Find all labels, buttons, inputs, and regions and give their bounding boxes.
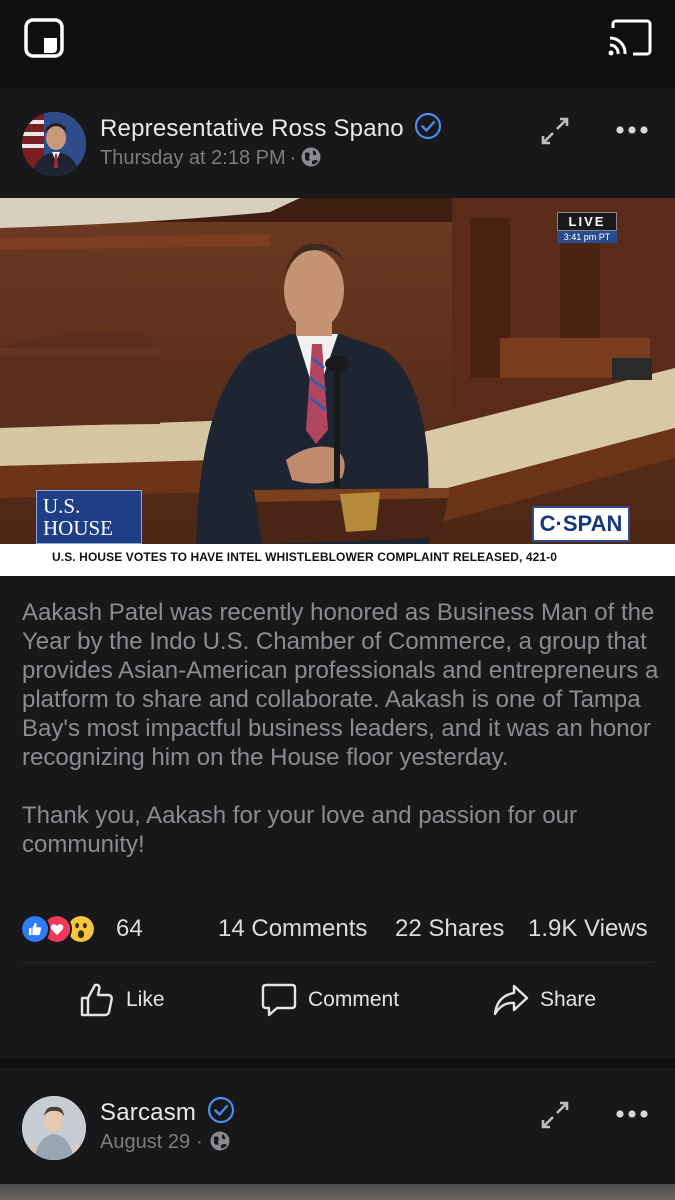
cast-icon[interactable] bbox=[607, 18, 653, 58]
us-house-logo: U.S. HOUSE bbox=[36, 490, 142, 544]
cspan-logo: C·SPAN bbox=[532, 506, 630, 542]
comments-count[interactable]: 14 Comments bbox=[218, 915, 367, 943]
next-post-meta: August 29 · bbox=[100, 1130, 231, 1154]
post-timestamp[interactable]: Thursday at 2:18 PM bbox=[100, 147, 286, 169]
reaction-count[interactable]: 64 bbox=[116, 915, 143, 943]
share-arrow-icon bbox=[493, 984, 529, 1016]
author-avatar[interactable] bbox=[22, 112, 86, 176]
post-caption: Aakash Patel was recently honored as Bus… bbox=[22, 598, 662, 888]
like-label: Like bbox=[126, 988, 165, 1011]
share-button[interactable]: Share bbox=[492, 978, 596, 1022]
next-post-card: Sarcasm August 29 · bbox=[0, 1068, 675, 1200]
globe-icon bbox=[301, 147, 321, 167]
live-label: LIVE bbox=[557, 212, 617, 231]
picture-in-picture-icon[interactable] bbox=[24, 18, 64, 58]
video-player[interactable]: LIVE 3:41 pm PT U.S. HOUSE C·SPAN U.S. H… bbox=[0, 198, 675, 576]
house-logo-line2: HOUSE bbox=[43, 516, 114, 540]
post-card: Representative Ross Spano Thursday at 2:… bbox=[0, 88, 675, 1058]
globe-icon bbox=[210, 1131, 230, 1151]
author-header: Representative Ross Spano bbox=[100, 112, 442, 143]
next-author-header: Sarcasm bbox=[100, 1096, 235, 1127]
divider bbox=[22, 962, 654, 963]
meta-separator: · bbox=[289, 147, 297, 169]
thumbs-up-icon bbox=[80, 983, 113, 1017]
next-author-name[interactable]: Sarcasm bbox=[100, 1099, 196, 1126]
views-count: 1.9K Views bbox=[528, 915, 648, 942]
live-badge: LIVE 3:41 pm PT bbox=[557, 212, 617, 243]
next-post-media[interactable] bbox=[0, 1184, 675, 1200]
top-bar bbox=[0, 0, 675, 80]
reaction-icons[interactable] bbox=[20, 912, 112, 946]
shares-count[interactable]: 22 Shares bbox=[395, 915, 504, 943]
verified-badge-icon bbox=[207, 1096, 234, 1124]
house-logo-line1: U.S. bbox=[43, 494, 81, 518]
more-options-icon[interactable] bbox=[614, 120, 650, 140]
expand-icon[interactable] bbox=[540, 1100, 570, 1130]
comment-bubble-icon bbox=[261, 983, 297, 1017]
next-post-timestamp[interactable]: August 29 bbox=[100, 1131, 190, 1153]
caption-paragraph-1: Aakash Patel was recently honored as Bus… bbox=[22, 599, 659, 771]
caption-paragraph-2: Thank you, Aakash for your love and pass… bbox=[22, 802, 577, 858]
post-stats: 64 14 Comments 22 Shares 1.9K Views bbox=[20, 912, 660, 946]
live-time: 3:41 pm PT bbox=[557, 231, 617, 243]
like-reaction-icon bbox=[20, 914, 50, 944]
post-meta: Thursday at 2:18 PM · bbox=[100, 146, 322, 170]
more-options-icon[interactable] bbox=[614, 1104, 650, 1124]
share-label: Share bbox=[540, 988, 597, 1011]
like-button[interactable]: Like bbox=[78, 978, 165, 1022]
meta-separator: · bbox=[196, 1131, 203, 1153]
expand-icon[interactable] bbox=[540, 116, 570, 146]
video-chyron: U.S. HOUSE VOTES TO HAVE INTEL WHISTLEBL… bbox=[0, 544, 675, 576]
author-name[interactable]: Representative Ross Spano bbox=[100, 115, 404, 142]
next-author-avatar[interactable] bbox=[22, 1096, 86, 1160]
comment-button[interactable]: Comment bbox=[260, 978, 399, 1022]
verified-badge-icon bbox=[415, 112, 442, 140]
comment-label: Comment bbox=[308, 988, 400, 1011]
